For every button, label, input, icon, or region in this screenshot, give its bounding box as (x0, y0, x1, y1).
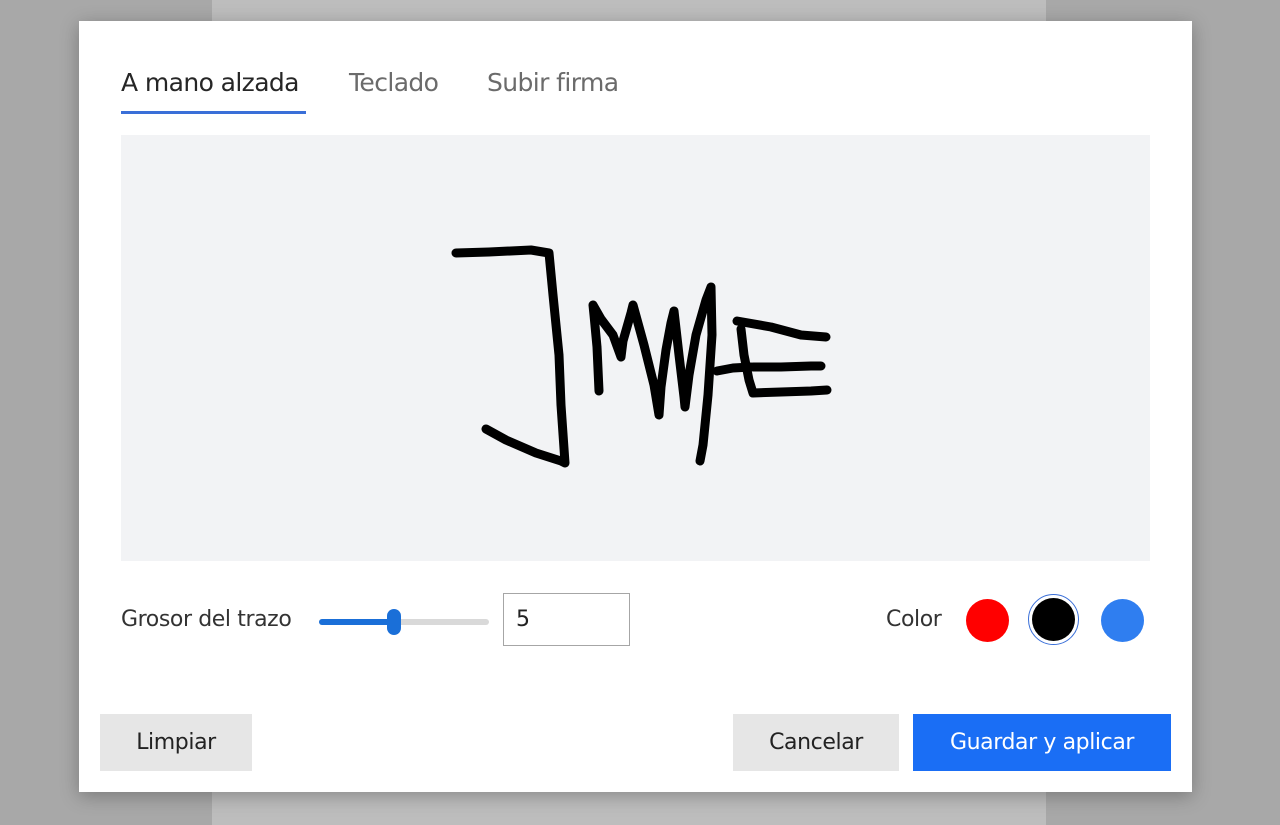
stroke-width-input[interactable]: 5 (503, 593, 630, 646)
stroke-width-label: Grosor del trazo (121, 607, 292, 632)
tab-upload-signature[interactable]: Subir firma (487, 65, 619, 113)
signature-dialog: A mano alzada Teclado Subir firma Grosor… (79, 21, 1192, 792)
slider-fill (319, 619, 394, 625)
color-label: Color (886, 607, 942, 632)
save-and-apply-button[interactable]: Guardar y aplicar (913, 714, 1171, 771)
cancel-button[interactable]: Cancelar (733, 714, 899, 771)
signature-canvas[interactable] (121, 135, 1150, 561)
color-swatch-black[interactable] (1032, 598, 1075, 641)
tab-keyboard[interactable]: Teclado (349, 65, 439, 113)
slider-thumb[interactable] (386, 609, 401, 635)
clear-button[interactable]: Limpiar (100, 714, 252, 771)
tab-freehand[interactable]: A mano alzada (121, 65, 306, 114)
signature-drawing (451, 245, 832, 468)
color-swatch-red[interactable] (966, 599, 1009, 642)
color-swatch-blue[interactable] (1101, 599, 1144, 642)
stroke-width-slider[interactable] (319, 609, 489, 635)
